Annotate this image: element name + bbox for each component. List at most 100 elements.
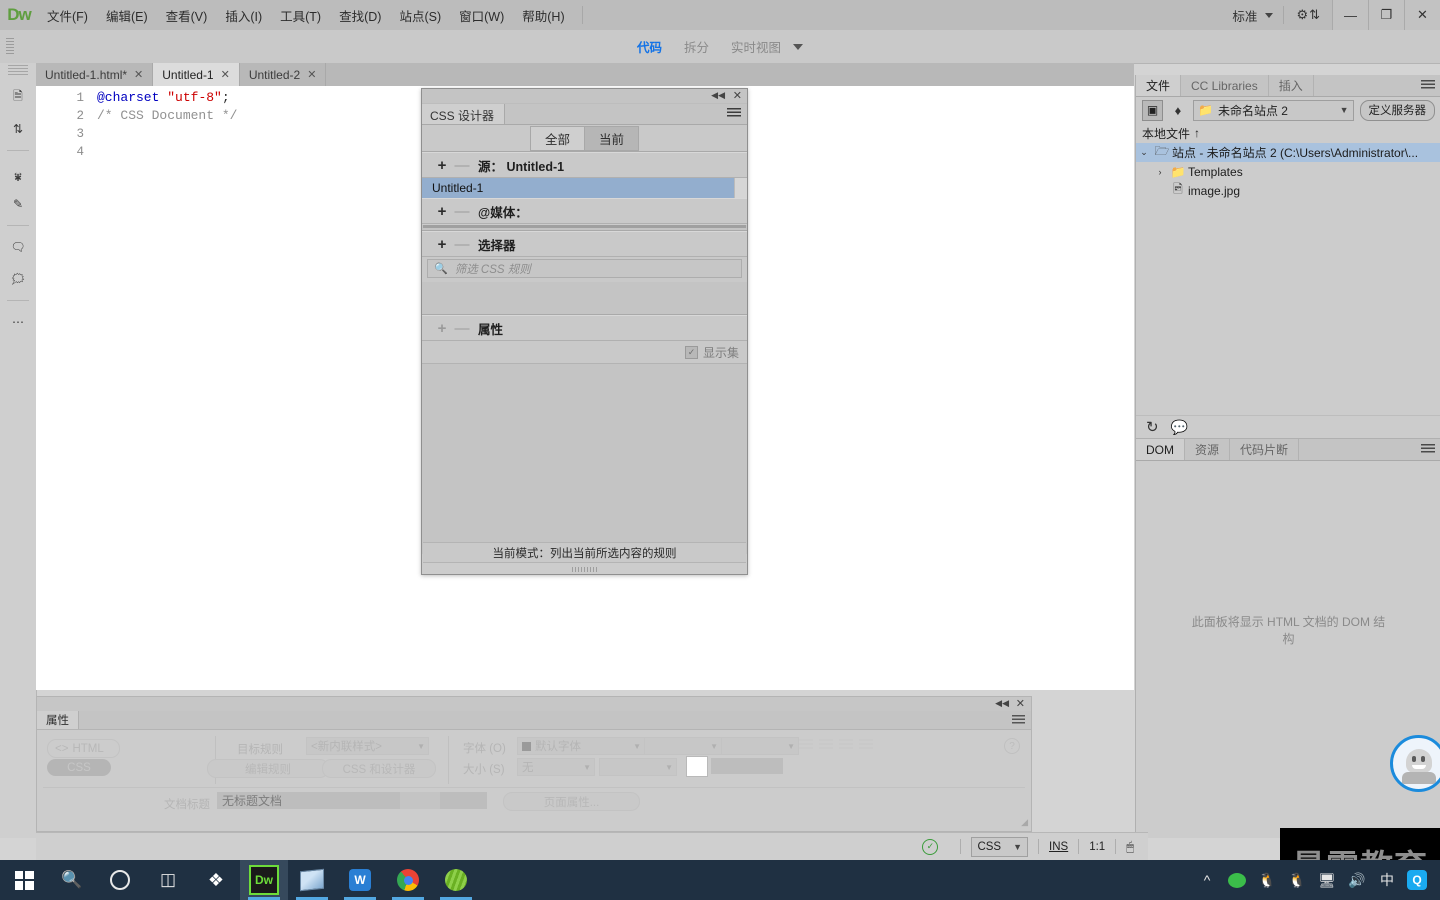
local-files-header[interactable]: 本地文件 ↑ — [1136, 123, 1440, 143]
panel-menu-icon[interactable] — [1012, 715, 1025, 724]
refresh-icon[interactable]: ↻ — [1146, 418, 1159, 436]
collapse-icon[interactable]: ◀◀ — [711, 90, 725, 101]
menu-insert[interactable]: 插入(I) — [216, 1, 271, 30]
preferences-sync-button[interactable]: ⚙ ⇅ — [1284, 7, 1332, 23]
qq-tray-icon-1[interactable]: 🐧 — [1252, 860, 1282, 900]
add-media-button[interactable]: + — [432, 203, 452, 220]
show-hidden-icons-button[interactable]: ^ — [1192, 860, 1222, 900]
site-dropdown[interactable]: 📁 未命名站点 2 ▼ — [1193, 99, 1354, 121]
qq-tray-icon-2[interactable]: 🐧 — [1282, 860, 1312, 900]
menu-edit[interactable]: 编辑(E) — [97, 1, 157, 30]
file-tree-empty-area[interactable] — [1136, 200, 1440, 415]
start-button[interactable] — [0, 860, 48, 900]
document-format-select[interactable]: CSS ▼ — [971, 836, 1029, 857]
font-select[interactable]: 默认字体 ▼ — [517, 737, 645, 755]
toolbar-grip[interactable] — [6, 38, 14, 54]
font-style-select[interactable]: ▼ — [644, 737, 722, 755]
sort-arrows-icon[interactable]: ⇅ — [0, 113, 36, 145]
size-unit-select[interactable]: ▼ — [599, 758, 677, 776]
tab-dom[interactable]: DOM — [1136, 439, 1185, 460]
add-selector-button[interactable]: + — [432, 236, 452, 253]
tree-row-image-jpg[interactable]: 🖻 image.jpg — [1136, 181, 1440, 200]
sort-ascending-icon[interactable]: ↑ — [1194, 126, 1200, 140]
code-highlight-icon[interactable]: ✎ — [0, 188, 36, 220]
color-picker-swatch[interactable] — [686, 756, 708, 777]
minimize-button[interactable]: — — [1332, 0, 1368, 30]
more-options-icon[interactable]: ⋯ — [0, 306, 36, 338]
rail-grip[interactable] — [8, 65, 28, 77]
remove-media-button[interactable]: — — [452, 203, 472, 220]
document-title-input[interactable]: 无标题文档 — [217, 792, 487, 809]
color-hex-field[interactable] — [711, 758, 783, 774]
collapse-icon[interactable]: ◀◀ — [995, 698, 1009, 709]
app-notepad[interactable] — [288, 860, 336, 900]
tab-cc-libraries[interactable]: CC Libraries — [1181, 75, 1269, 96]
sources-scrollbar[interactable] — [734, 178, 747, 198]
app-dreamweaver[interactable]: Dw — [240, 860, 288, 900]
connect-remote-icon[interactable]: 💬 — [1171, 419, 1188, 436]
tab-split-view[interactable]: 拆分 — [684, 37, 709, 56]
tab-live-view[interactable]: 实时视图 — [731, 37, 781, 56]
new-file-icon[interactable]: 🗎 — [0, 81, 36, 113]
chevron-right-icon[interactable]: › — [1152, 167, 1168, 177]
app-wps[interactable]: W — [336, 860, 384, 900]
properties-titlebar[interactable]: ◀◀ ✕ — [37, 697, 1031, 711]
menu-file[interactable]: 文件(F) — [38, 1, 97, 30]
menu-help[interactable]: 帮助(H) — [513, 1, 573, 30]
mode-all-button[interactable]: 全部 — [529, 125, 585, 151]
filter-css-rules-input[interactable]: 🔍 筛选 CSS 规则 — [427, 259, 742, 278]
volume-tray-icon[interactable]: 🔊 — [1342, 860, 1372, 900]
add-source-button[interactable]: + — [432, 157, 452, 174]
edit-rule-button[interactable]: 编辑规则 — [207, 759, 329, 778]
tree-row-templates[interactable]: › 📁 Templates — [1136, 162, 1440, 181]
menu-tools[interactable]: 工具(T) — [271, 1, 330, 30]
doc-tab-untitled-1-html[interactable]: Untitled-1.html* ✕ — [36, 63, 154, 86]
source-item-untitled-1[interactable]: Untitled-1 — [422, 178, 747, 198]
add-property-button[interactable]: + — [432, 320, 452, 337]
network-tray-icon[interactable]: 🖥 — [1312, 860, 1342, 900]
define-server-button[interactable]: 定义服务器 — [1359, 99, 1435, 121]
properties-resize-handle[interactable]: ◢ — [1021, 817, 1028, 828]
target-rule-select[interactable]: <新内联样式> ▼ — [306, 737, 429, 755]
close-icon[interactable]: ✕ — [134, 68, 143, 81]
site-manage-icon[interactable]: ▣ — [1142, 99, 1163, 121]
panel-menu-icon[interactable] — [1421, 80, 1435, 90]
doc-tab-untitled-2[interactable]: Untitled-2 ✕ — [239, 63, 327, 86]
menu-window[interactable]: 窗口(W) — [450, 1, 513, 30]
css-designer-button[interactable]: CSS 和设计器 — [322, 759, 436, 778]
view-dropdown-chevron-icon[interactable] — [793, 43, 804, 50]
check-circle-icon[interactable]: ✓ — [922, 838, 939, 855]
tab-files[interactable]: 文件 — [1136, 75, 1182, 96]
format-source-icon[interactable]: ↔ ✱ — [0, 156, 36, 188]
tree-row-site-root[interactable]: ⌄ 🗁 站点 - 未命名站点 2 (C:\Users\Administrator… — [1136, 143, 1440, 162]
align-right-icon[interactable] — [839, 739, 853, 751]
size-select[interactable]: 无 ▼ — [517, 758, 595, 776]
preview-in-browser-icon[interactable]: 🖱 — [1126, 839, 1134, 855]
maximize-button[interactable]: ❐ — [1368, 0, 1404, 30]
help-button[interactable]: ? — [1004, 738, 1020, 754]
menu-view[interactable]: 查看(V) — [157, 1, 217, 30]
css-properties-button[interactable]: CSS — [47, 759, 111, 776]
menu-site[interactable]: 站点(S) — [390, 1, 450, 30]
css-designer-titlebar[interactable]: ◀◀ ✕ — [422, 89, 747, 104]
properties-list[interactable] — [422, 364, 747, 554]
close-icon[interactable]: ✕ — [221, 68, 230, 81]
menu-find[interactable]: 查找(D) — [330, 1, 390, 30]
cortana-button[interactable] — [96, 860, 144, 900]
ime-tray-icon[interactable]: 中 — [1372, 860, 1402, 900]
git-repository-icon[interactable]: ♦ — [1169, 103, 1187, 118]
remove-property-button[interactable]: — — [452, 320, 472, 337]
tab-assets[interactable]: 资源 — [1185, 439, 1231, 460]
html-properties-button[interactable]: <> HTML — [47, 739, 120, 758]
workspace-switcher[interactable]: 标准 — [1222, 6, 1283, 25]
close-icon[interactable]: ✕ — [1016, 697, 1025, 710]
tab-insert[interactable]: 插入 — [1269, 75, 1314, 96]
comment-icon[interactable]: 🗨 — [0, 231, 36, 263]
qq-browser-tray-icon[interactable]: Q — [1402, 860, 1432, 900]
page-properties-button[interactable]: 页面属性... — [503, 792, 640, 811]
app-chrome[interactable] — [384, 860, 432, 900]
app-sogou[interactable]: ❖ — [192, 860, 240, 900]
font-weight-select[interactable]: ▼ — [721, 737, 799, 755]
tab-snippets[interactable]: 代码片断 — [1230, 439, 1300, 460]
doc-tab-untitled-1[interactable]: Untitled-1 ✕ — [153, 63, 240, 86]
